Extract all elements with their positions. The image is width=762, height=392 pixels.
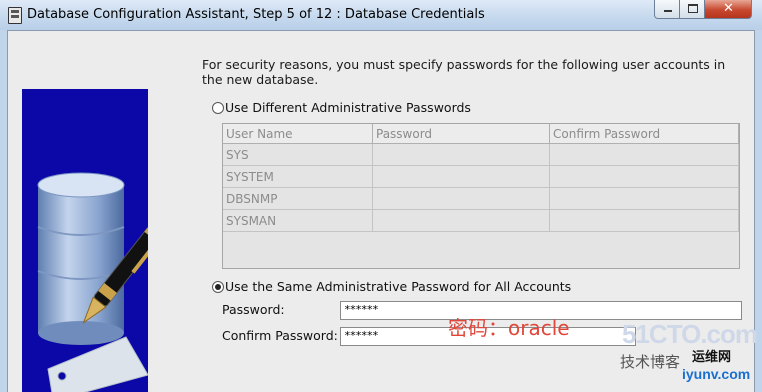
watermark-brand: 运维网 — [692, 350, 732, 365]
password-annotation: 密码：oracle — [448, 316, 570, 340]
table-row-password-cell — [373, 210, 550, 232]
window-title: Database Configuration Assistant, Step 5… — [27, 7, 485, 22]
table-row-password-cell — [373, 144, 550, 166]
password-label: Password: — [222, 302, 285, 317]
confirm-password-label: Confirm Password: — [222, 328, 338, 343]
column-header-user-name: User Name — [223, 124, 373, 144]
watermark-domain: iyunv.com — [682, 366, 751, 382]
dialog-window: Database Configuration Assistant, Step 5… — [0, 0, 762, 392]
table-row-confirm-cell — [550, 188, 739, 210]
same-password-label[interactable]: Use the Same Administrative Password for… — [225, 279, 571, 294]
close-button[interactable]: ✕ — [705, 0, 752, 19]
same-password-radio[interactable] — [212, 281, 224, 293]
table-row-confirm-cell — [550, 210, 739, 232]
different-passwords-radio[interactable] — [212, 102, 224, 114]
table-row-user: DBSNMP — [223, 188, 373, 210]
close-icon: ✕ — [723, 1, 734, 16]
column-header-confirm-password: Confirm Password — [550, 124, 739, 144]
minimize-button[interactable] — [654, 0, 680, 19]
table-row-user: SYSTEM — [223, 166, 373, 188]
intro-text: For security reasons, you must specify p… — [202, 57, 726, 87]
column-header-password: Password — [373, 124, 550, 144]
watermark-site: 51CTO.com — [622, 319, 758, 349]
different-passwords-label[interactable]: Use Different Administrative Passwords — [225, 100, 471, 115]
accounts-table: User Name Password Confirm Password SYS … — [222, 123, 740, 269]
wizard-side-image — [22, 89, 148, 392]
watermark-tagline: 技术博客 — [620, 353, 681, 371]
minimize-icon — [664, 10, 672, 12]
table-row-user: SYSMAN — [223, 210, 373, 232]
pen-icon — [82, 217, 148, 324]
title-bar[interactable]: Database Configuration Assistant, Step 5… — [0, 0, 762, 30]
table-row-confirm-cell — [550, 166, 739, 188]
app-icon[interactable] — [8, 7, 22, 24]
maximize-button[interactable] — [680, 0, 705, 19]
table-row-confirm-cell — [550, 144, 739, 166]
table-row-password-cell — [373, 188, 550, 210]
table-row-password-cell — [373, 166, 550, 188]
maximize-icon — [688, 4, 698, 13]
table-row-user: SYS — [223, 144, 373, 166]
